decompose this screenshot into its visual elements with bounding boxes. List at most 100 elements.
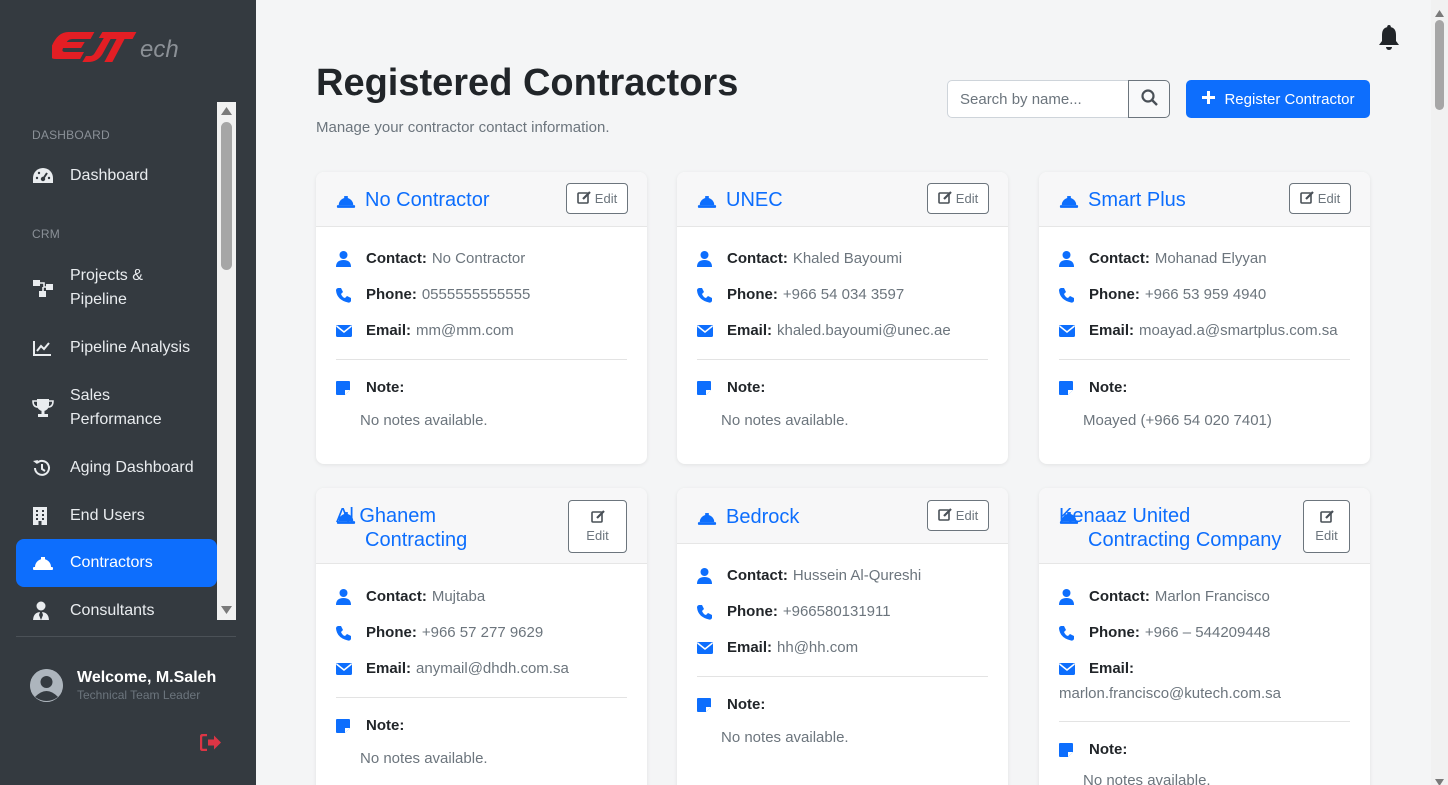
contact-label: Contact:	[1089, 250, 1150, 267]
email-row: Email: anymail@dhdh.com.sa	[336, 660, 569, 677]
sidebar-item-label: Sales Performance	[70, 387, 162, 428]
edit-button[interactable]: Edit	[927, 500, 989, 531]
note-row: Note:	[1059, 741, 1132, 758]
contractor-name[interactable]: Kenaaz United Contracting Company	[1059, 504, 1289, 552]
sidebar-item-consultants[interactable]: Consultants	[16, 599, 217, 620]
user-welcome: Welcome, M.Saleh	[77, 669, 217, 686]
contractor-name[interactable]: Al Ghanem Contracting	[336, 504, 536, 552]
sidebar-item-aging-dashboard[interactable]: Aging Dashboard	[16, 456, 217, 480]
envelope-icon	[1059, 662, 1089, 675]
envelope-icon	[336, 324, 366, 337]
edit-button[interactable]: Edit	[927, 183, 989, 214]
phone-label: Phone:	[366, 624, 417, 641]
user-icon	[1059, 250, 1089, 267]
sticky-note-icon	[697, 380, 727, 395]
phone-row: Phone: +966580131911	[697, 603, 891, 620]
sidebar-item-sales-performance[interactable]: Sales Performance	[16, 384, 217, 432]
edit-button[interactable]: Edit	[566, 183, 628, 214]
sidebar-item-dashboard[interactable]: Dashboard	[16, 164, 217, 188]
page-subtitle: Manage your contractor contact informati…	[316, 119, 610, 136]
sidebar-item-label: Dashboard	[70, 167, 149, 184]
page-scrollbar[interactable]	[1431, 0, 1448, 785]
edit-label: Edit	[955, 508, 979, 523]
user-tie-icon	[16, 601, 70, 620]
hard-hat-icon	[336, 191, 356, 215]
note-value: No notes available.	[360, 412, 488, 429]
sidebar-item-projects-pipeline[interactable]: Projects & Pipeline	[16, 264, 217, 312]
hard-hat-icon	[1059, 191, 1079, 215]
brand-logo[interactable]: ech	[49, 26, 202, 66]
contact-label: Contact:	[366, 588, 427, 605]
email-value: anymail@dhdh.com.sa	[416, 660, 569, 677]
building-icon	[16, 506, 70, 526]
phone-icon	[1059, 625, 1089, 641]
page-scrollbar-thumb[interactable]	[1435, 20, 1444, 110]
edit-icon	[1299, 190, 1314, 207]
edit-button[interactable]: Edit	[1303, 500, 1350, 553]
sidebar-item-pipeline-analysis[interactable]: Pipeline Analysis	[16, 336, 217, 360]
contractor-name[interactable]: Smart Plus	[1059, 188, 1186, 215]
contractor-name[interactable]: No Contractor	[336, 188, 490, 215]
email-value: khaled.bayoumi@unec.ae	[777, 322, 951, 339]
contractor-name[interactable]: Bedrock	[697, 505, 799, 532]
phone-label: Phone:	[1089, 624, 1140, 641]
contact-row: Contact: Khaled Bayoumi	[697, 250, 902, 267]
page-scroll-down-icon[interactable]	[1435, 773, 1444, 785]
note-label: Note:	[727, 379, 766, 396]
search-input[interactable]	[947, 80, 1128, 118]
sidebar-nav: DASHBOARD Dashboard CRM Projects & Pipel…	[0, 100, 236, 620]
notification-bell-icon[interactable]	[1377, 25, 1401, 56]
phone-row: Phone: 0555555555555	[336, 286, 530, 303]
contractor-card: Bedrock Edit Contact: Hussein Al-Qureshi …	[677, 488, 1008, 785]
contact-value: Marlon Francisco	[1154, 588, 1270, 605]
phone-value: +966 54 034 3597	[782, 286, 905, 303]
hard-hat-icon	[697, 191, 717, 215]
sidebar-item-end-users[interactable]: End Users	[16, 504, 217, 528]
phone-label: Phone:	[1089, 286, 1140, 303]
contractor-card: Kenaaz United Contracting Company Edit C…	[1039, 488, 1370, 785]
phone-label: Phone:	[727, 603, 778, 620]
phone-row: Phone: +966 – 544209448	[1059, 624, 1270, 641]
card-header: No Contractor Edit	[316, 172, 647, 227]
hard-hat-icon	[16, 555, 70, 571]
sidebar-item-contractors[interactable]: Contractors	[16, 539, 217, 587]
note-label: Note:	[366, 717, 405, 734]
search-button[interactable]	[1128, 80, 1170, 118]
contact-row: Contact: Hussein Al-Qureshi	[697, 567, 921, 584]
email-value: moayad.a@smartplus.com.sa	[1139, 322, 1338, 339]
card-divider	[697, 359, 988, 360]
card-header: Smart Plus Edit	[1039, 172, 1370, 227]
user-icon	[697, 250, 727, 267]
card-divider	[336, 359, 627, 360]
edit-label: Edit	[1315, 528, 1338, 543]
card-divider	[1059, 721, 1350, 722]
sidebar-scrollbar-thumb[interactable]	[221, 122, 232, 270]
email-label: Email:	[727, 322, 773, 339]
contractor-name[interactable]: UNEC	[697, 188, 783, 215]
email-row: Email: khaled.bayoumi@unec.ae	[697, 322, 951, 339]
scroll-down-arrow-icon[interactable]	[220, 605, 233, 615]
nav-section-dashboard: DASHBOARD	[32, 128, 110, 142]
phone-icon	[336, 625, 366, 641]
gauge-icon	[16, 167, 70, 185]
note-row: Note:	[1059, 379, 1132, 396]
contractor-name-text: No Contractor	[365, 189, 490, 211]
edit-button[interactable]: Edit	[568, 500, 627, 553]
email-value: mm@mm.com	[416, 322, 514, 339]
page-scroll-up-icon[interactable]	[1435, 4, 1444, 22]
edit-button[interactable]: Edit	[1289, 183, 1351, 214]
scroll-up-arrow-icon[interactable]	[220, 106, 233, 116]
sidebar-item-label: Aging Dashboard	[70, 459, 194, 476]
contractor-card: No Contractor Edit Contact: No Contractor…	[316, 172, 647, 464]
email-row: Email: hh@hh.com	[697, 639, 858, 656]
logout-icon[interactable]	[199, 733, 221, 756]
edit-icon	[937, 190, 952, 207]
sitemap-icon	[16, 278, 70, 298]
phone-icon	[336, 287, 366, 303]
register-contractor-button[interactable]: Register Contractor	[1186, 80, 1370, 118]
card-header: UNEC Edit	[677, 172, 1008, 227]
contact-label: Contact:	[727, 567, 788, 584]
contact-value: Mohanad Elyyan	[1154, 250, 1267, 267]
sidebar-item-label: End Users	[70, 507, 145, 524]
sidebar-item-label: Pipeline Analysis	[70, 339, 191, 356]
